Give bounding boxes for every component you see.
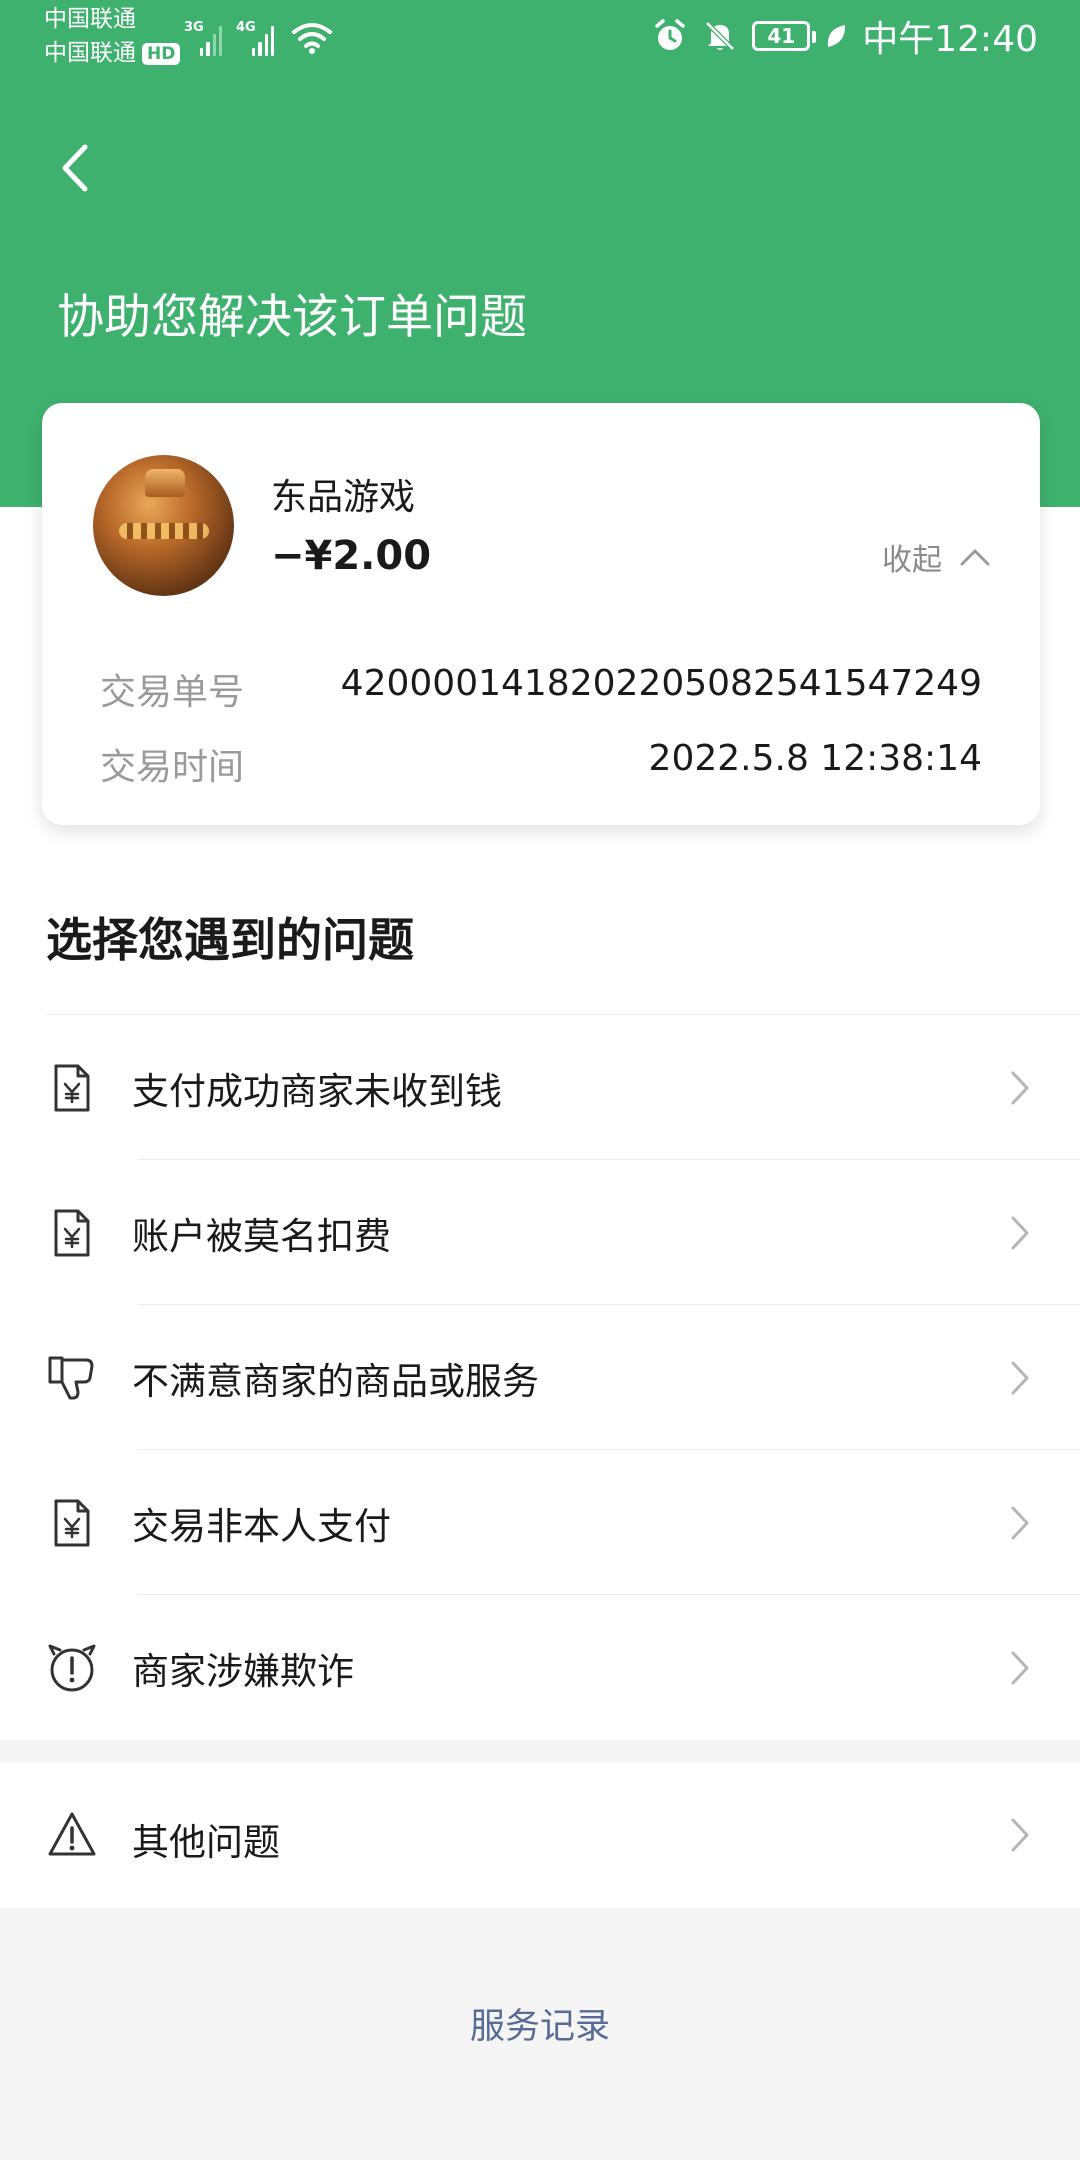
leaf-icon [828, 25, 846, 47]
signal-4g-icon: 4G [236, 20, 274, 56]
issue-list: 支付成功商家未收到钱 账户被莫名扣费 不满意商家的商品或服务 交易非本人支付 商… [0, 1015, 1080, 1740]
carrier-2: 中国联通 HD [44, 40, 181, 66]
issue-label: 账户被莫名扣费 [132, 1214, 391, 1258]
signal-4g-label: 4G [236, 20, 256, 35]
issue-label: 不满意商家的商品或服务 [132, 1359, 539, 1403]
fraud-alert-icon [48, 1644, 96, 1691]
issue-item-merchant-not-received[interactable]: 支付成功商家未收到钱 [0, 1015, 1080, 1160]
wifi-icon [292, 23, 332, 54]
issue-item-fraud[interactable]: 商家涉嫌欺诈 [0, 1595, 1080, 1740]
hd-badge: HD [142, 42, 181, 65]
section-gap [0, 1740, 1080, 1762]
merchant-name: 东品游戏 [271, 477, 416, 518]
battery-level: 41 [767, 24, 796, 48]
warning-triangle-icon [48, 1812, 96, 1856]
issue-label: 商家涉嫌欺诈 [132, 1649, 354, 1693]
mute-bell-icon [705, 21, 736, 51]
chevron-right-icon [1011, 1506, 1029, 1539]
merchant-avatar [93, 455, 234, 596]
issue-item-not-self-paid[interactable]: 交易非本人支付 [0, 1450, 1080, 1595]
yuan-document-icon [54, 1209, 90, 1256]
detail-row-order-time: 交易时间 2022.5.8 12:38:14 [100, 738, 982, 790]
chevron-right-icon [1011, 1818, 1029, 1852]
back-arrow-icon [62, 144, 88, 192]
issue-label: 交易非本人支付 [132, 1504, 391, 1548]
yuan-document-icon [54, 1499, 90, 1546]
page-title: 协助您解决该订单问题 [57, 290, 527, 345]
detail-key: 交易时间 [100, 747, 245, 788]
chevron-up-icon [960, 549, 990, 566]
issue-item-unexpected-charge[interactable]: 账户被莫名扣费 [0, 1160, 1080, 1305]
service-record-link[interactable]: 服务记录 [0, 1998, 1080, 2049]
collapse-button[interactable]: 收起 [882, 535, 990, 579]
chevron-right-icon [1011, 1651, 1029, 1684]
issue-label: 支付成功商家未收到钱 [132, 1069, 502, 1113]
status-time: 中午12:40 [862, 19, 1038, 60]
order-amount: −¥2.00 [271, 533, 432, 579]
order-card: 东品游戏 −¥2.00 收起 交易单号 42000014182022050825… [42, 403, 1040, 825]
issue-label: 其他问题 [132, 1821, 280, 1864]
issue-item-unsatisfied[interactable]: 不满意商家的商品或服务 [0, 1305, 1080, 1450]
back-button[interactable] [44, 138, 104, 198]
carrier-1: 中国联通 [44, 6, 136, 32]
signal-3g-label: 3G [184, 20, 204, 35]
chevron-right-icon [1011, 1216, 1029, 1249]
collapse-label: 收起 [882, 543, 942, 578]
carrier-2-label: 中国联通 [44, 40, 136, 66]
battery-icon: 41 [752, 21, 817, 51]
detail-value: 4200001418202205082541547249 [340, 663, 982, 704]
signal-3g-icon: 3G [184, 20, 222, 56]
thumbs-down-icon [48, 1356, 94, 1399]
detail-row-order-number: 交易单号 4200001418202205082541547249 [100, 663, 982, 715]
detail-key: 交易单号 [100, 672, 245, 713]
alarm-icon [655, 19, 685, 50]
detail-value: 2022.5.8 12:38:14 [648, 738, 982, 779]
chevron-right-icon [1011, 1071, 1029, 1104]
status-bar: 中国联通 中国联通 HD 3G 4G 41 中午12:40 [0, 0, 1080, 70]
yuan-document-icon [54, 1064, 90, 1111]
status-right: 41 中午12:40 [652, 14, 1038, 60]
chevron-right-icon [1011, 1361, 1029, 1394]
issue-item-other[interactable]: 其他问题 [0, 1762, 1080, 1908]
section-title: 选择您遇到的问题 [46, 913, 414, 967]
signal-indicators: 3G 4G [184, 16, 334, 56]
